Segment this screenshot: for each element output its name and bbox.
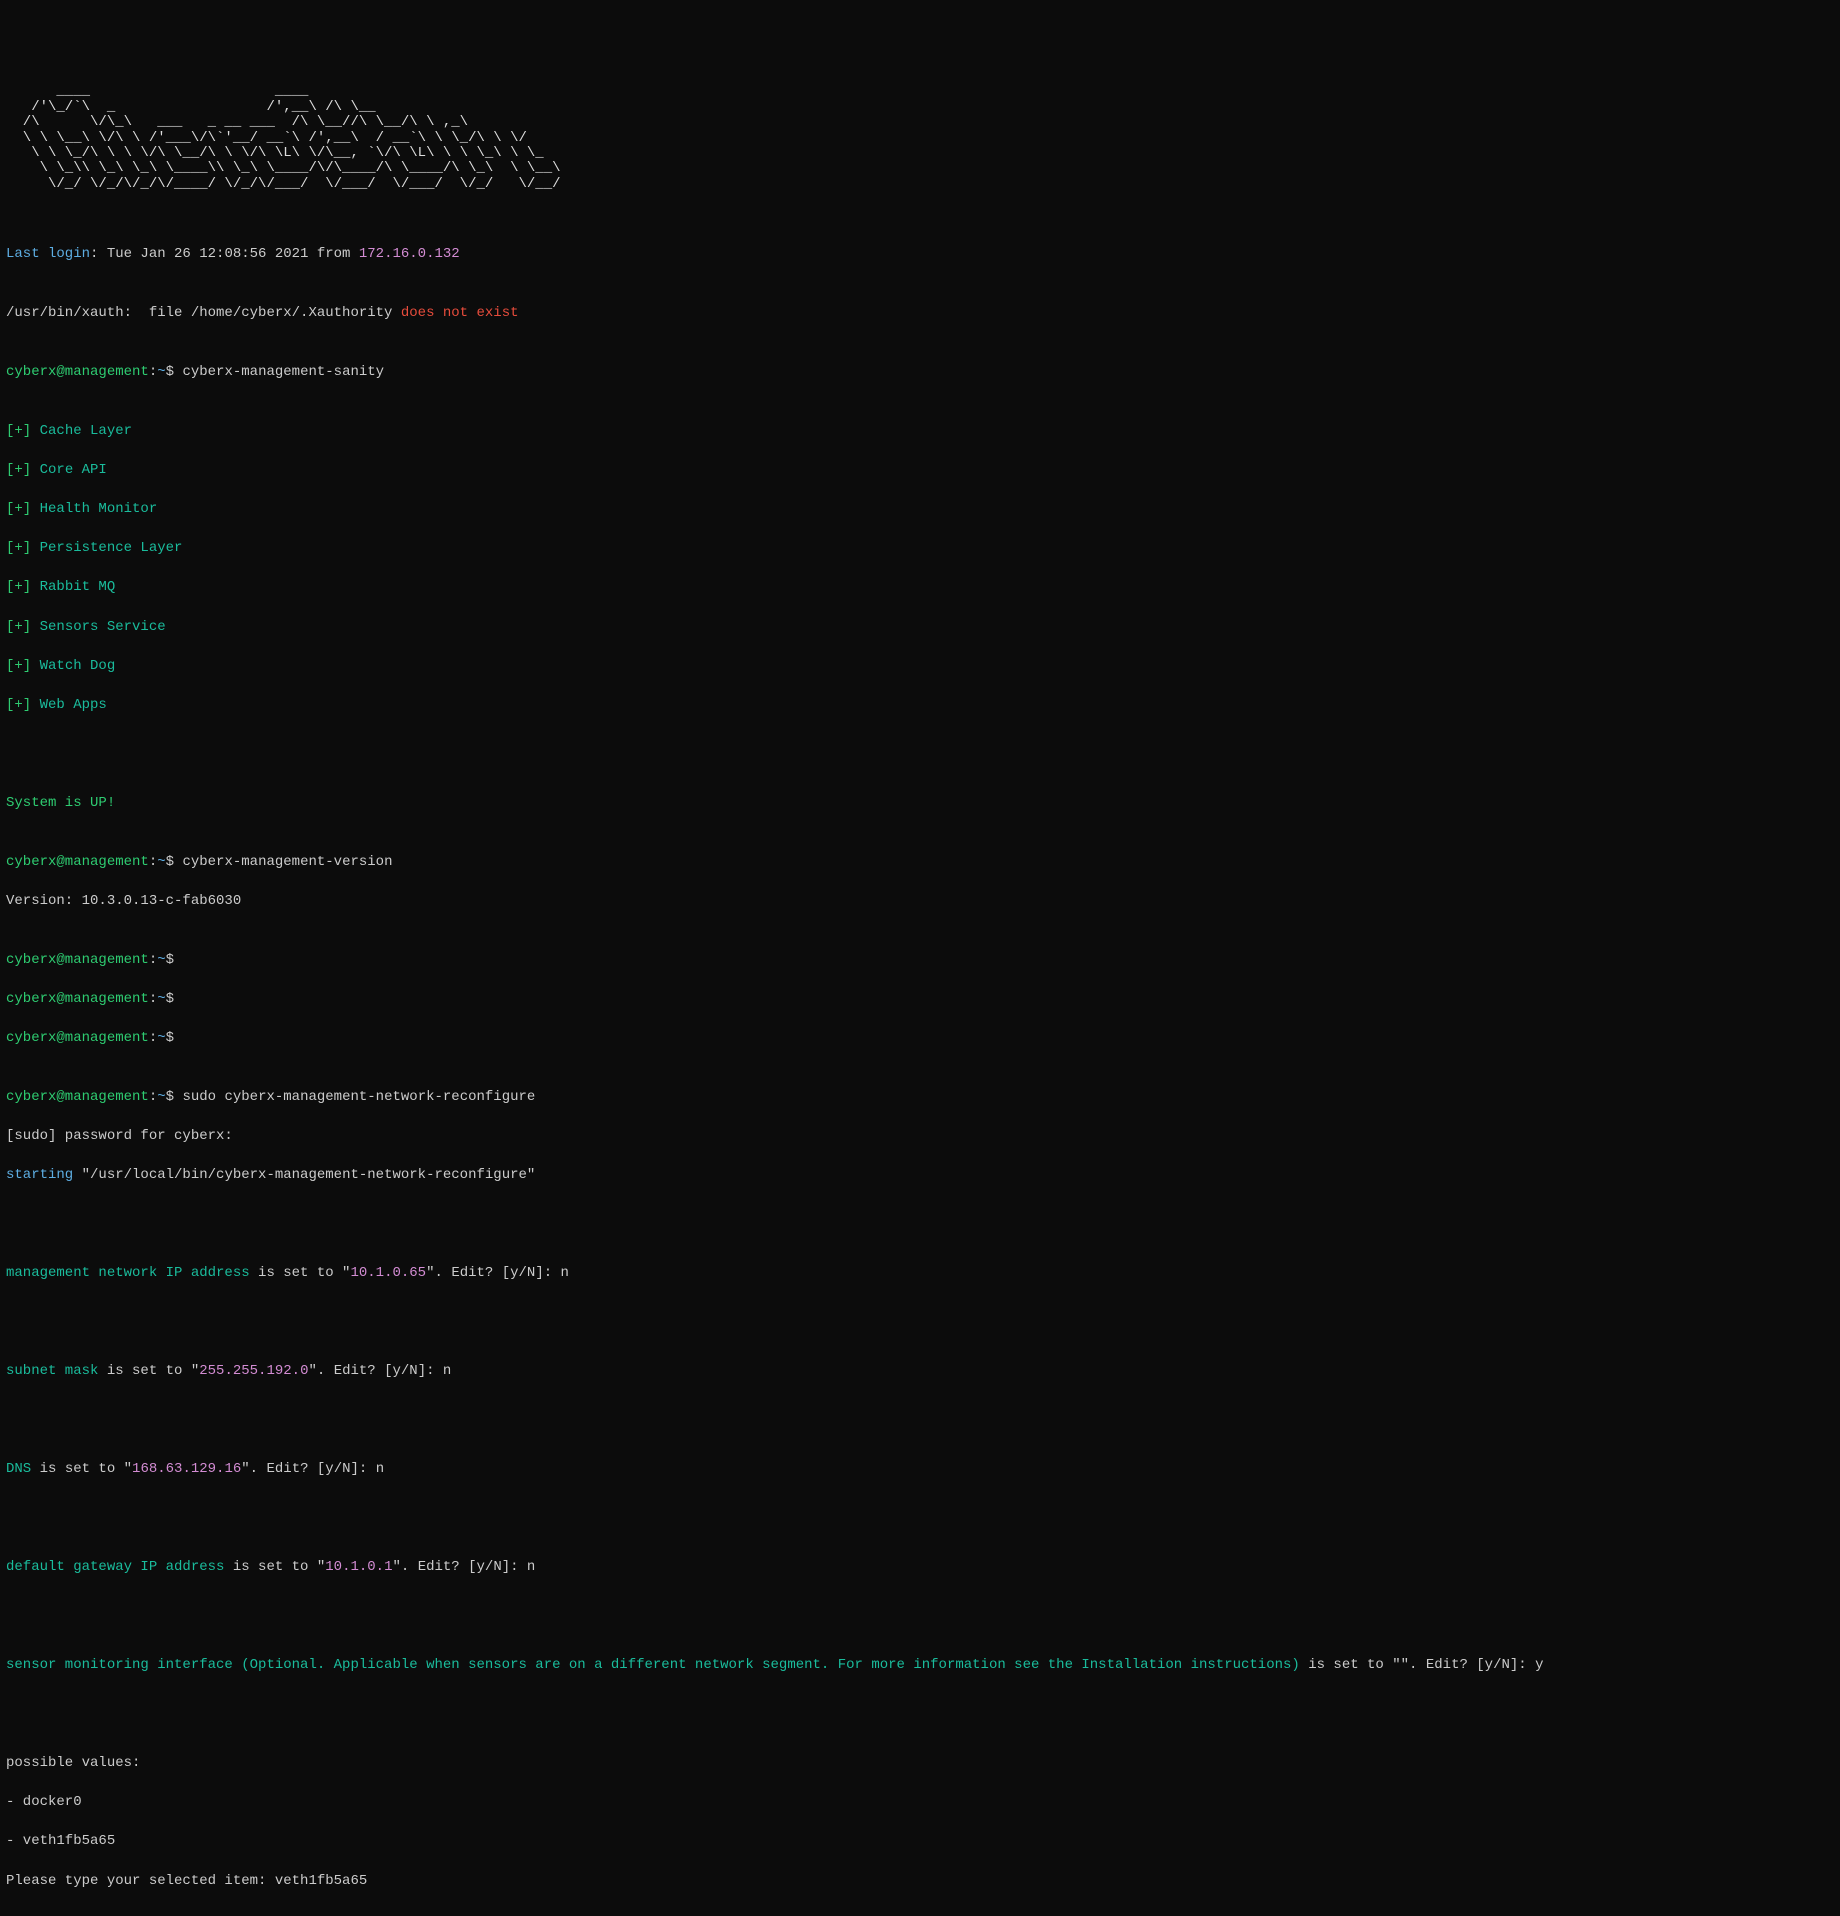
pv-header: possible values: [6,1754,1834,1774]
empty-prompt[interactable]: cyberx@management:~$ [6,1029,1834,1049]
is-set-to: is set to " [250,1265,351,1281]
ok-icon: [+] [6,619,40,635]
xauth-path: /usr/bin/xauth: file /home/cyberx/.Xauth… [6,305,401,321]
dns-value: 168.63.129.16 [132,1461,241,1477]
gateway-value: 10.1.0.1 [325,1559,392,1575]
ok-icon: [+] [6,697,40,713]
close-quote: ". [308,1363,333,1379]
starting-label: starting [6,1167,73,1183]
is-set-to: is set to " [1300,1657,1401,1673]
svc-name: Web Apps [40,697,107,713]
xauth-line: /usr/bin/xauth: file /home/cyberx/.Xauth… [6,304,1834,324]
dns-label: DNS [6,1461,31,1477]
ok-icon: [+] [6,658,40,674]
ok-icon: [+] [6,501,40,517]
answer: n [443,1363,451,1379]
mgmt-ip-prompt[interactable]: management network IP address is set to … [6,1264,1834,1284]
svc-name: Rabbit MQ [40,579,116,595]
prompt-path: ~ [157,854,165,870]
svc-line-5: [+] Rabbit MQ [6,578,1834,598]
mgmt-ip-label: management network IP address [6,1265,250,1281]
is-set-to: is set to " [98,1363,199,1379]
svc-name: Health Monitor [40,501,158,517]
answer: y [1535,1657,1543,1673]
starting-path: "/usr/local/bin/cyberx-management-networ… [73,1167,535,1183]
edit-prompt: Edit? [y/N]: [451,1265,560,1281]
subnet-value: 255.255.192.0 [199,1363,308,1379]
prompt-dollar: $ [166,364,183,380]
starting-line: starting "/usr/local/bin/cyberx-manageme… [6,1166,1834,1186]
version-output: Version: 10.3.0.13-c-fab6030 [6,892,1834,912]
mgmt-ip-value: 10.1.0.65 [350,1265,426,1281]
edit-prompt: Edit? [y/N]: [1426,1657,1535,1673]
edit-prompt: Edit? [y/N]: [334,1363,443,1379]
prompt-path: ~ [157,1089,165,1105]
last-login-label: Last login [6,246,90,262]
smi-label: sensor monitoring interface (Optional. A… [6,1657,1300,1673]
prompt-user: cyberx@management [6,854,149,870]
svc-line-1: [+] Cache Layer [6,422,1834,442]
prompt-user: cyberx@management [6,1089,149,1105]
last-login-line: Last login: Tue Jan 26 12:08:56 2021 fro… [6,245,1834,265]
svc-name: Cache Layer [40,423,132,439]
svc-line-6: [+] Sensors Service [6,618,1834,638]
cmd-net: sudo cyberx-management-network-reconfigu… [182,1089,535,1105]
close-quote: ". [426,1265,451,1281]
svc-name: Sensors Service [40,619,166,635]
is-set-to: is set to " [31,1461,132,1477]
ascii-logo: ____ ____ /'\_/`\ _ /',__\ /\ \__ /\ \/\… [6,84,1834,192]
answer: n [561,1265,569,1281]
close-quote: ". [241,1461,266,1477]
ok-icon: [+] [6,540,40,556]
prompt-sanity[interactable]: cyberx@management:~$ cyberx-management-s… [6,363,1834,383]
gateway-prompt[interactable]: default gateway IP address is set to "10… [6,1558,1834,1578]
last-login-ip: 172.16.0.132 [359,246,460,262]
ok-icon: [+] [6,579,40,595]
close-quote: ". [1401,1657,1426,1673]
ok-icon: [+] [6,423,40,439]
dns-prompt[interactable]: DNS is set to "168.63.129.16". Edit? [y/… [6,1460,1834,1480]
pv-selection[interactable]: Please type your selected item: veth1fb5… [6,1872,1834,1892]
svc-line-2: [+] Core API [6,461,1834,481]
last-login-text: : Tue Jan 26 12:08:56 2021 from [90,246,359,262]
smi-prompt[interactable]: sensor monitoring interface (Optional. A… [6,1656,1834,1676]
empty-prompt[interactable]: cyberx@management:~$ [6,951,1834,971]
prompt-user: cyberx@management [6,364,149,380]
is-set-to: is set to " [224,1559,325,1575]
xauth-error: does not exist [401,305,519,321]
close-quote: ". [392,1559,417,1575]
system-up: System is UP! [6,794,1834,814]
prompt-sep: : [149,1089,157,1105]
prompt-dollar: $ [166,1089,183,1105]
answer: n [376,1461,384,1477]
prompt-path: ~ [157,364,165,380]
prompt-dollar: $ [166,854,183,870]
cmd-version: cyberx-management-version [182,854,392,870]
ok-icon: [+] [6,462,40,478]
svc-line-8: [+] Web Apps [6,696,1834,716]
svc-line-7: [+] Watch Dog [6,657,1834,677]
svc-name: Persistence Layer [40,540,183,556]
pv-item-2: - veth1fb5a65 [6,1832,1834,1852]
gateway-label: default gateway IP address [6,1559,224,1575]
svc-line-4: [+] Persistence Layer [6,539,1834,559]
edit-prompt: Edit? [y/N]: [418,1559,527,1575]
edit-prompt: Edit? [y/N]: [266,1461,375,1477]
subnet-label: subnet mask [6,1363,98,1379]
subnet-prompt[interactable]: subnet mask is set to "255.255.192.0". E… [6,1362,1834,1382]
prompt-sep: : [149,364,157,380]
svc-line-3: [+] Health Monitor [6,500,1834,520]
prompt-sep: : [149,854,157,870]
cmd-sanity: cyberx-management-sanity [182,364,384,380]
pv-item-1: - docker0 [6,1793,1834,1813]
prompt-net[interactable]: cyberx@management:~$ sudo cyberx-managem… [6,1088,1834,1108]
svc-name: Core API [40,462,107,478]
prompt-version[interactable]: cyberx@management:~$ cyberx-management-v… [6,853,1834,873]
answer: n [527,1559,535,1575]
empty-prompt[interactable]: cyberx@management:~$ [6,990,1834,1010]
sudo-password[interactable]: [sudo] password for cyberx: [6,1127,1834,1147]
svc-name: Watch Dog [40,658,116,674]
